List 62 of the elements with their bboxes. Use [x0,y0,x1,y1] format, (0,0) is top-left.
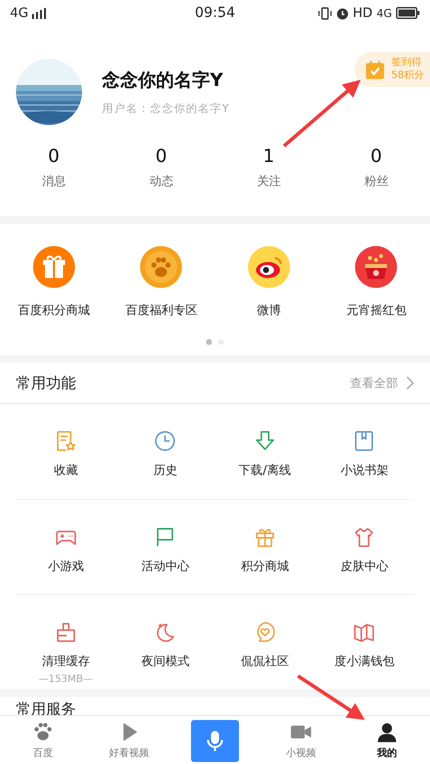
open-book-icon [353,621,376,643]
shortcut-item[interactable]: 微博 [215,246,322,319]
chevron-right-icon [406,376,414,390]
calendar-check-icon [365,60,386,80]
checkin-title: 签到得 [391,57,422,70]
clock-time: 09:54 [194,5,236,21]
stat-label[interactable]: 粉丝 [364,173,388,190]
feature-item[interactable]: 历史 [116,404,215,499]
cache-size: —153MB— [38,674,94,685]
feature-item[interactable]: 侃侃社区 [215,594,314,689]
feature-item[interactable]: 下载/离线 [215,404,314,499]
data-label: 4G [376,6,392,20]
network-label: 4G [10,6,28,20]
eye-logo-icon [248,246,290,288]
gift-icon [254,526,276,548]
profile-name: 念念你的名字Y [102,69,224,92]
alarm-icon [336,6,349,20]
download-icon [254,430,276,452]
shortcut-item[interactable]: 元宵摇红包 [322,246,430,319]
feature-item[interactable]: 积分商城 [215,499,314,594]
shirt-icon [353,526,376,548]
username-text: 用户名：念念你的名字Y [102,101,231,116]
nav-tab[interactable]: 小视频 [258,716,344,764]
shortcut-item[interactable]: 百度积分商城 [0,246,108,319]
feature-item[interactable]: 清理缓存 —153MB— [16,594,116,689]
feature-item[interactable]: 收藏 [16,404,116,499]
stat-label[interactable]: 动态 [149,173,174,190]
section-title: 常用功能 [16,374,77,392]
voice-search-button[interactable] [191,720,239,762]
feature-item[interactable]: 小说书架 [314,404,414,499]
microphone-icon [207,730,223,752]
stat-count: 1 [263,146,274,167]
nav-tab[interactable]: 我的 [344,716,430,764]
feature-item[interactable]: 活动中心 [116,499,215,594]
stat-count: 0 [370,146,382,167]
paw-coin-icon [140,246,182,288]
paw-icon [32,720,54,742]
stat-count: 0 [48,146,60,167]
annotation-arrow [297,674,365,720]
basket-icon [54,621,77,643]
envelope-gift-icon [355,246,398,288]
hd-label: HD [352,6,372,20]
vibrate-icon [318,6,332,20]
feature-item[interactable]: 夜间模式 [116,594,215,689]
battery-icon [396,7,420,19]
checkin-reward: 58积分 [391,70,424,82]
stat-label[interactable]: 关注 [256,173,281,190]
feature-item[interactable]: 皮肤中心 [314,499,414,594]
gift-coin-icon [32,246,75,288]
bookmark-book-icon [353,430,376,452]
signal-icon [32,8,46,18]
nav-tab[interactable]: 好看视频 [86,716,172,764]
person-icon [376,720,398,742]
feature-item[interactable]: 小游戏 [16,499,116,594]
clock-icon [154,430,176,452]
nav-tab[interactable]: 百度 [0,716,86,764]
stat-label[interactable]: 消息 [42,173,66,190]
moon-icon [154,621,176,643]
star-document-icon [54,430,77,452]
feature-item[interactable]: 度小满钱包 [314,594,414,689]
stat-count: 0 [156,146,167,167]
shortcut-item[interactable]: 百度福利专区 [108,246,215,319]
